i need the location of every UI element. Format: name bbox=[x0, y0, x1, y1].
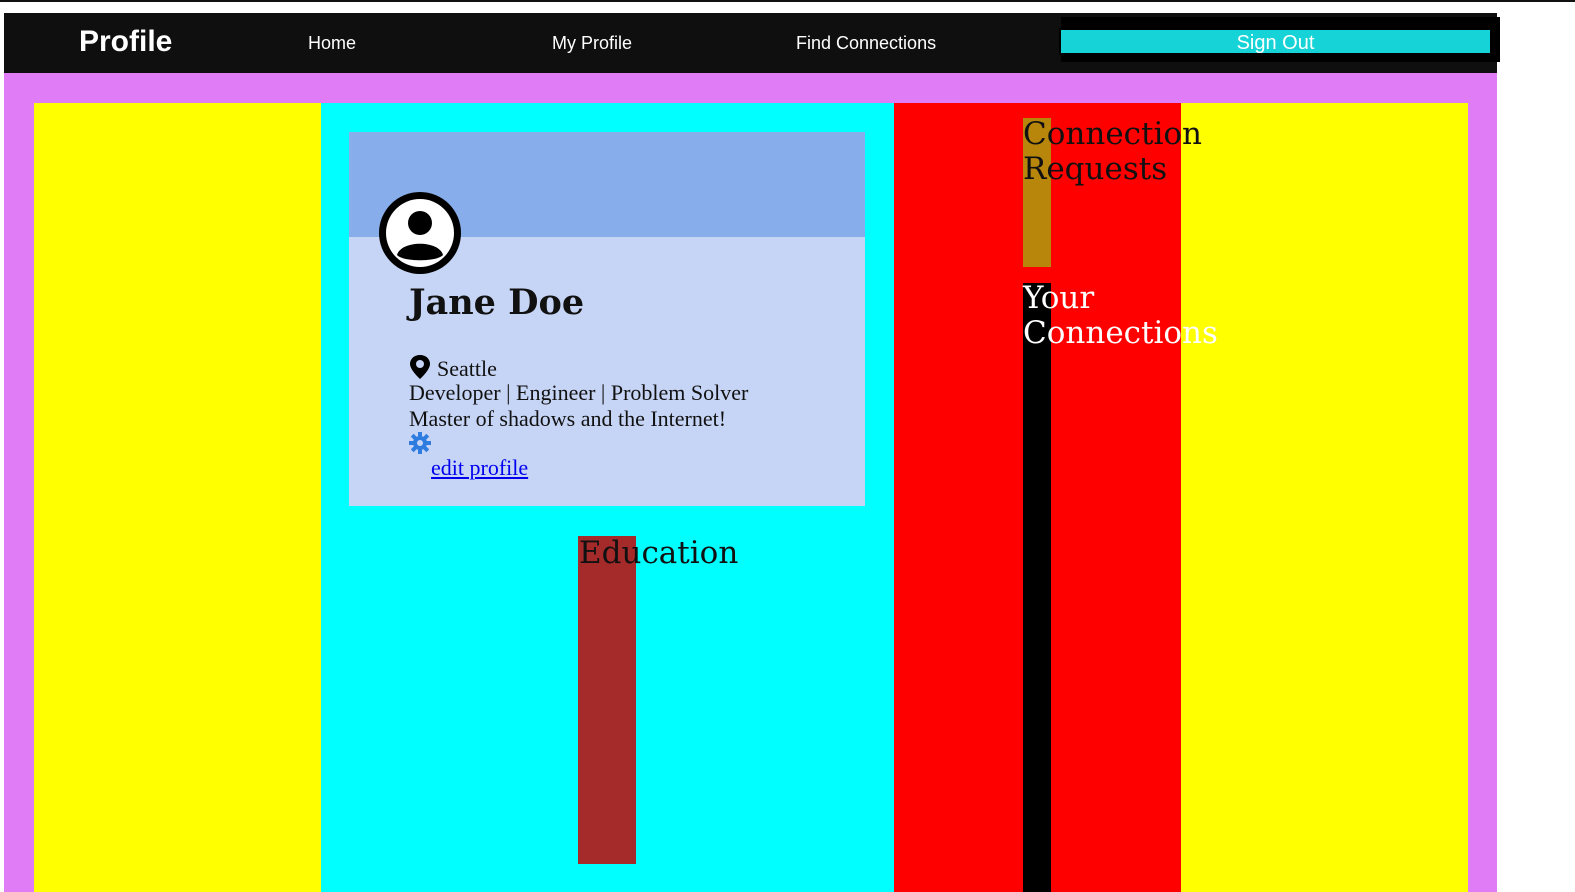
sign-out-button[interactable]: Sign Out bbox=[1059, 28, 1492, 55]
profile-location: Seattle bbox=[437, 356, 497, 381]
nav-link-my-profile[interactable]: My Profile bbox=[552, 32, 632, 54]
window-top-border bbox=[0, 0, 1575, 2]
gear-icon[interactable] bbox=[409, 432, 431, 454]
connection-requests-heading: Connection Requests bbox=[1023, 116, 1203, 187]
your-connections-heading: Your Connections bbox=[1023, 280, 1218, 351]
profile-name: Jane Doe bbox=[409, 282, 585, 323]
edit-profile-link[interactable]: edit profile bbox=[431, 455, 528, 481]
left-column bbox=[34, 103, 321, 892]
education-block bbox=[578, 536, 636, 864]
nav-brand: Profile bbox=[79, 25, 173, 58]
nav-link-home[interactable]: Home bbox=[308, 32, 356, 54]
map-pin-icon bbox=[410, 355, 430, 379]
user-avatar-icon bbox=[379, 192, 461, 274]
nav-link-find-connections[interactable]: Find Connections bbox=[796, 32, 936, 54]
right-column bbox=[1181, 103, 1468, 892]
profile-tagline: Developer | Engineer | Problem Solver bbox=[409, 380, 749, 405]
your-connections-block bbox=[1023, 283, 1051, 892]
education-heading: Education bbox=[579, 535, 739, 571]
profile-bio: Master of shadows and the Internet! bbox=[409, 406, 727, 431]
profile-card: Jane Doe Seattle Developer | Engineer | … bbox=[349, 132, 865, 506]
